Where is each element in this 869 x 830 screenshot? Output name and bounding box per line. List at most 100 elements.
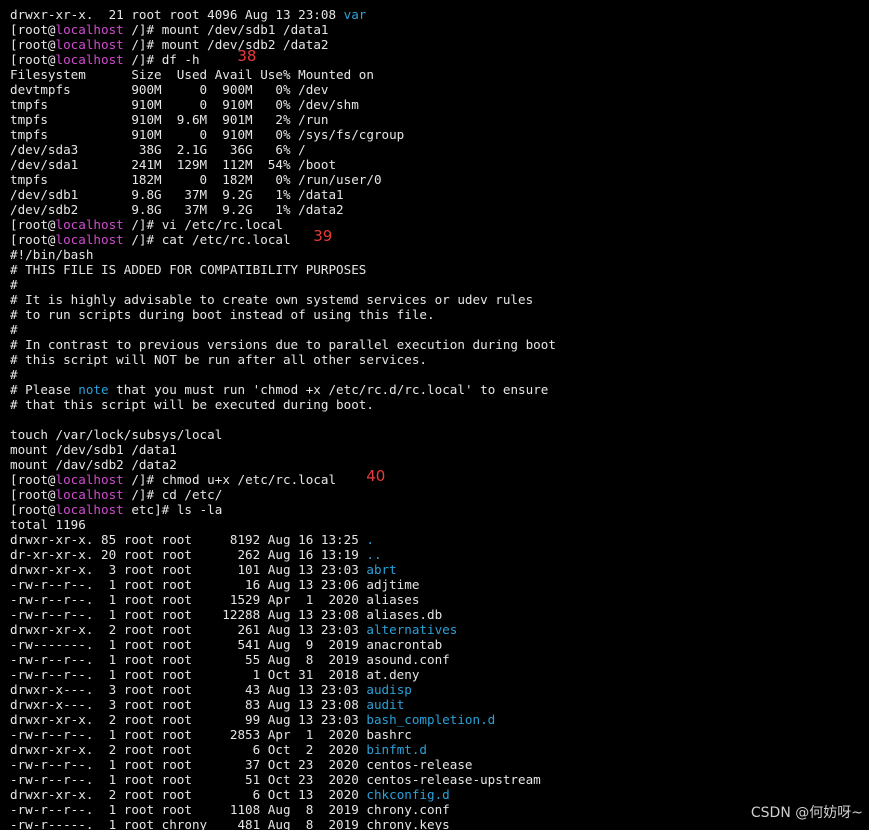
- terminal-line: drwxr-xr-x. 2 root root 99 Aug 13 23:03 …: [10, 712, 869, 727]
- terminal-line: -rw-r--r--. 1 root root 12288 Aug 13 23:…: [10, 607, 869, 622]
- terminal-line: #: [10, 322, 869, 337]
- terminal-line: drwxr-xr-x. 85 root root 8192 Aug 16 13:…: [10, 532, 869, 547]
- command-text: df -h: [161, 52, 200, 67]
- directory-name: abrt: [366, 562, 397, 577]
- prompt-line: [root@localhost etc]# ls -la: [10, 502, 869, 517]
- highlighted-keyword: note: [78, 382, 109, 397]
- output-text: /dev/sdb2 9.8G 37M 9.2G 1% /data2: [10, 202, 344, 217]
- prompt-user: [root@: [10, 502, 56, 517]
- command-text: mount /dev/sdb1 /data1: [161, 22, 329, 37]
- prompt-host: localhost: [55, 22, 124, 37]
- terminal-line: # to run scripts during boot instead of …: [10, 307, 869, 322]
- prompt-line: [root@localhost /]# mount /dev/sdb1 /dat…: [10, 22, 869, 37]
- prompt-line: [root@localhost /]# mount /dev/sdb2 /dat…: [10, 37, 869, 52]
- terminal-line: tmpfs 910M 9.6M 901M 2% /run: [10, 112, 869, 127]
- output-text: # THIS FILE IS ADDED FOR COMPATIBILITY P…: [10, 262, 367, 277]
- directory-name: var: [343, 7, 367, 22]
- terminal-line: -rw-------. 1 root root 541 Aug 9 2019 a…: [10, 637, 869, 652]
- terminal-line: # this script will NOT be run after all …: [10, 352, 869, 367]
- prompt-cwd: /]#: [131, 37, 162, 52]
- listing-entry: drwxr-xr-x. 2 root root 6 Oct 2 2020: [10, 742, 367, 757]
- terminal-line: -rw-r--r--. 1 root root 51 Oct 23 2020 c…: [10, 772, 869, 787]
- prompt-user: [root@: [10, 52, 56, 67]
- terminal-line: -rw-r--r--. 1 root root 2853 Apr 1 2020 …: [10, 727, 869, 742]
- prompt-cwd: /]#: [131, 52, 162, 67]
- terminal-line: #: [10, 367, 869, 382]
- prompt-host: localhost: [55, 487, 124, 502]
- command-text: cd /etc/: [161, 487, 223, 502]
- output-text: tmpfs 910M 0 910M 0% /sys/fs/cgroup: [10, 127, 405, 142]
- output-text: -rw-r--r--. 1 root root 51 Oct 23 2020 c…: [10, 772, 541, 787]
- prompt-host: localhost: [55, 217, 124, 232]
- output-text: devtmpfs 900M 0 900M 0% /dev: [10, 82, 329, 97]
- output-text: -rw-r--r--. 1 root root 2853 Apr 1 2020 …: [10, 727, 412, 742]
- terminal-line: # Please note that you must run 'chmod +…: [10, 382, 869, 397]
- terminal-line: -rw-r--r--. 1 root root 1 Oct 31 2018 at…: [10, 667, 869, 682]
- output-text: touch /var/lock/subsys/local: [10, 427, 223, 442]
- prompt-cwd: /]#: [131, 217, 162, 232]
- directory-name: alternatives: [366, 622, 458, 637]
- directory-name: chkconfig.d: [366, 787, 450, 802]
- output-text: -rw-r--r--. 1 root root 16 Aug 13 23:06 …: [10, 577, 420, 592]
- listing-entry: dr-xr-xr-x. 20 root root 262 Aug 16 13:1…: [10, 547, 367, 562]
- output-text: tmpfs 910M 0 910M 0% /dev/shm: [10, 97, 359, 112]
- comment-text: # Please: [10, 382, 79, 397]
- prompt-user: [root@: [10, 22, 56, 37]
- prompt-cwd: /]#: [131, 22, 162, 37]
- terminal-line: -rw-r--r--. 1 root root 55 Aug 8 2019 as…: [10, 652, 869, 667]
- terminal-line: drwxr-xr-x. 2 root root 261 Aug 13 23:03…: [10, 622, 869, 637]
- output-text: #: [10, 322, 18, 337]
- terminal-line: -rw-r--r--. 1 root root 16 Aug 13 23:06 …: [10, 577, 869, 592]
- command-text: vi /etc/rc.local: [161, 217, 284, 232]
- prompt-line: [root@localhost /]# chmod u+x /etc/rc.lo…: [10, 467, 869, 488]
- prompt-host: localhost: [55, 232, 124, 247]
- terminal-line: tmpfs 910M 0 910M 0% /dev/shm: [10, 97, 869, 112]
- terminal-line: tmpfs 910M 0 910M 0% /sys/fs/cgroup: [10, 127, 869, 142]
- output-text: # to run scripts during boot instead of …: [10, 307, 435, 322]
- command-text: chmod u+x /etc/rc.local: [161, 472, 337, 487]
- directory-name: audisp: [366, 682, 412, 697]
- output-text: /dev/sda3 38G 2.1G 36G 6% /: [10, 142, 306, 157]
- output-text: -rw-r--r--. 1 root root 1108 Aug 8 2019 …: [10, 802, 450, 817]
- terminal-line: #!/bin/bash: [10, 247, 869, 262]
- terminal-line: drwxr-xr-x. 21 root root 4096 Aug 13 23:…: [10, 7, 869, 22]
- directory-name: .: [366, 532, 374, 547]
- terminal-line: touch /var/lock/subsys/local: [10, 427, 869, 442]
- prompt-user: [root@: [10, 37, 56, 52]
- listing-entry: drwxr-x---. 3 root root 83 Aug 13 23:08: [10, 697, 367, 712]
- prompt-user: [root@: [10, 487, 56, 502]
- output-text: -rw-r--r--. 1 root root 37 Oct 23 2020 c…: [10, 757, 473, 772]
- output-text: # In contrast to previous versions due t…: [10, 337, 556, 352]
- terminal-line: drwxr-xr-x. 3 root root 101 Aug 13 23:03…: [10, 562, 869, 577]
- terminal-window[interactable]: drwxr-xr-x. 21 root root 4096 Aug 13 23:…: [0, 0, 869, 830]
- prompt-cwd: /]#: [131, 472, 162, 487]
- annotation-number: 40: [366, 467, 386, 485]
- prompt-line: [root@localhost /]# vi /etc/rc.local: [10, 217, 869, 232]
- listing-entry: drwxr-xr-x. 85 root root 8192 Aug 16 13:…: [10, 532, 367, 547]
- output-text: -rw-r--r--. 1 root root 1529 Apr 1 2020 …: [10, 592, 420, 607]
- listing-entry: drwxr-xr-x. 2 root root 6 Oct 13 2020: [10, 787, 367, 802]
- prompt-user: [root@: [10, 217, 56, 232]
- output-text: # that this script will be executed duri…: [10, 397, 374, 412]
- prompt-user: [root@: [10, 472, 56, 487]
- listing-entry: drwxr-xr-x. 21 root root 4096 Aug 13 23:…: [10, 7, 344, 22]
- prompt-user: [root@: [10, 232, 56, 247]
- listing-entry: drwxr-x---. 3 root root 43 Aug 13 23:03: [10, 682, 367, 697]
- prompt-line: [root@localhost /]# df -h 38: [10, 47, 869, 68]
- prompt-host: localhost: [55, 502, 124, 517]
- terminal-line: # It is highly advisable to create own s…: [10, 292, 869, 307]
- terminal-line: /dev/sdb2 9.8G 37M 9.2G 1% /data2: [10, 202, 869, 217]
- terminal-line: drwxr-x---. 3 root root 43 Aug 13 23:03 …: [10, 682, 869, 697]
- output-text: tmpfs 910M 9.6M 901M 2% /run: [10, 112, 329, 127]
- comment-text: that you must run 'chmod +x /etc/rc.d/rc…: [108, 382, 549, 397]
- terminal-line: /dev/sda1 241M 129M 112M 54% /boot: [10, 157, 869, 172]
- terminal-line: Filesystem Size Used Avail Use% Mounted …: [10, 67, 869, 82]
- output-text: -rw-r--r--. 1 root root 55 Aug 8 2019 as…: [10, 652, 450, 667]
- prompt-cwd: etc]#: [131, 502, 177, 517]
- output-text: /dev/sda1 241M 129M 112M 54% /boot: [10, 157, 337, 172]
- prompt-cwd: /]#: [131, 232, 162, 247]
- output-text: -rw-r--r--. 1 root root 12288 Aug 13 23:…: [10, 607, 443, 622]
- annotation-number: 38: [237, 47, 257, 65]
- directory-name: audit: [366, 697, 405, 712]
- output-text: Filesystem Size Used Avail Use% Mounted …: [10, 67, 374, 82]
